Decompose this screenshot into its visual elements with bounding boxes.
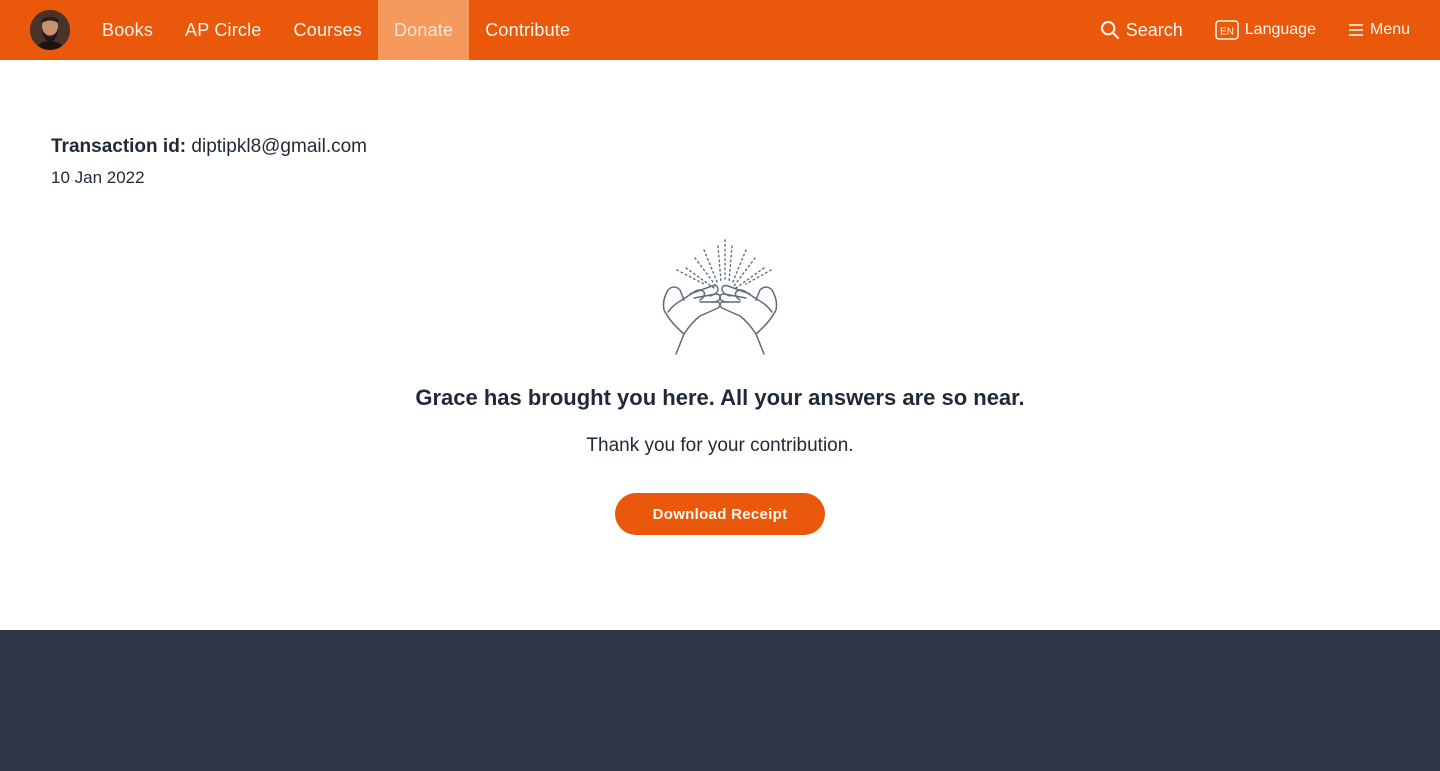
nav-item-ap-circle[interactable]: AP Circle xyxy=(169,0,278,60)
thank-you-message: Thank you for your contribution. xyxy=(586,435,854,456)
transaction-date: 10 Jan 2022 xyxy=(51,168,145,187)
header-tools: Search EN Language Menu xyxy=(1100,0,1410,60)
transaction-id-value: diptipkl8@gmail.com xyxy=(191,136,367,157)
profile-avatar[interactable] xyxy=(30,10,70,50)
grace-headline: Grace has brought you here. All your ans… xyxy=(415,385,1025,410)
nav-item-contribute[interactable]: Contribute xyxy=(469,0,586,60)
menu-button[interactable]: Menu xyxy=(1348,21,1410,39)
nav-item-books[interactable]: Books xyxy=(86,0,169,60)
language-badge: EN xyxy=(1220,27,1234,38)
nav-item-donate[interactable]: Donate xyxy=(377,0,470,60)
transaction-id-line: Transaction id: diptipkl8@gmail.com xyxy=(51,136,367,158)
transaction-success-content: Transaction id: diptipkl8@gmail.com 10 J… xyxy=(0,60,1440,630)
search-button[interactable]: Search xyxy=(1100,20,1183,41)
language-label: Language xyxy=(1244,21,1316,38)
main-nav: Books AP Circle Courses Donate Contribut… xyxy=(86,0,586,60)
language-selector[interactable]: EN Language xyxy=(1215,20,1316,40)
hamburger-menu-icon xyxy=(1348,24,1363,36)
nav-item-courses[interactable]: Courses xyxy=(278,0,378,60)
download-receipt-button[interactable]: Download Receipt xyxy=(615,493,825,535)
praying-hands-icon xyxy=(662,239,778,355)
transaction-id-label: Transaction id: xyxy=(51,136,187,157)
top-navigation-bar: Books AP Circle Courses Donate Contribut… xyxy=(0,0,1440,60)
search-label: Search xyxy=(1125,19,1183,40)
page-footer xyxy=(0,630,1440,771)
search-icon xyxy=(1100,21,1119,40)
avatar-portrait xyxy=(30,10,70,50)
language-icon: EN xyxy=(1215,20,1239,40)
menu-label: Menu xyxy=(1369,21,1410,38)
